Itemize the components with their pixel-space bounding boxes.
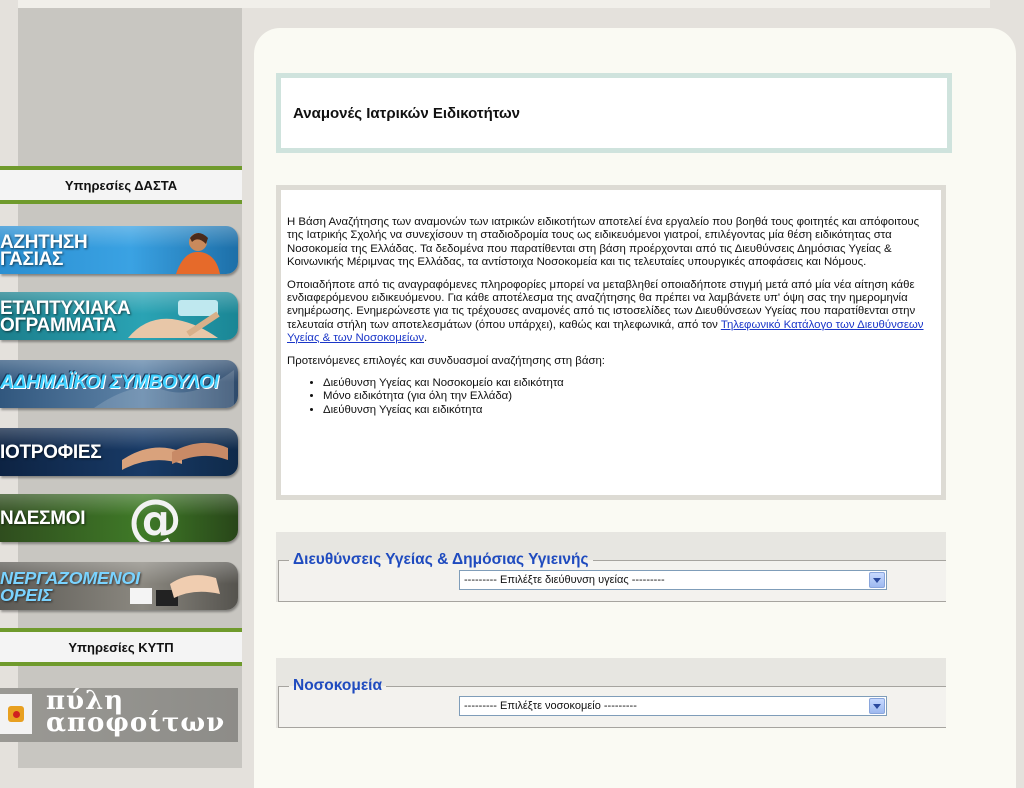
- health-directorate-filter: Διευθύνσεις Υγείας & Δημόσιας Υγιεινής -…: [276, 532, 946, 602]
- postgraduate-icon: [128, 300, 220, 338]
- advisors-icon: [94, 370, 234, 408]
- hospital-select[interactable]: --------- Επιλέξτε νοσοκομείο ---------: [459, 696, 887, 716]
- list-item: Μόνο ειδικότητα (για όλη την Ελλάδα): [323, 390, 935, 403]
- hospitals-legend: Νοσοκομεία: [293, 677, 383, 694]
- portal-label: πύλη αποφοίτων: [46, 688, 226, 738]
- info-box: Η Βάση Αναζήτησης των αναμονών των ιατρι…: [276, 185, 946, 500]
- svg-text:@: @: [128, 494, 182, 542]
- banner-links[interactable]: ΝΔΕΣΜΟΙ @: [0, 494, 238, 542]
- graduates-portal-link[interactable]: πύλη αποφοίτων: [0, 688, 238, 742]
- banner-job-search[interactable]: ΑΖΗΤΗΣΗ ΓΑΣΙΑΣ: [0, 226, 238, 274]
- options-heading: Προτεινόμενες επιλογές και συνδυασμοί αν…: [287, 354, 605, 367]
- banner-advisors[interactable]: ΑΔΗΜΑΪΚΟΙ ΣΥΜΒΟΥΛΟΙ: [0, 360, 238, 408]
- list-item: Διεύθυνση Υγείας και Νοσοκομείο και ειδι…: [323, 377, 935, 390]
- page-title-box: Αναμονές Ιατρικών Ειδικοτήτων: [276, 73, 952, 153]
- banner-partners[interactable]: ΝΕΡΓΑΖΟΜΕΝΟΙ ΟΡΕΙΣ: [0, 562, 238, 610]
- banner-label: ΕΤΑΠΤΥΧΙΑΚΑ ΟΓΡΑΜΜΑΤΑ: [0, 298, 131, 336]
- health-directorate-legend: Διευθύνσεις Υγείας & Δημόσιας Υγιεινής: [293, 551, 589, 568]
- banner-postgraduate[interactable]: ΕΤΑΠΤΥΧΙΑΚΑ ΟΓΡΑΜΜΑΤΑ: [0, 292, 238, 340]
- intro-paragraph-2: Οποιαδήποτε από τις αναγραφόμενες πληροφ…: [287, 279, 935, 346]
- university-crest-icon: [0, 694, 32, 734]
- job-search-icon: [176, 233, 220, 274]
- health-directorate-select[interactable]: --------- Επιλέξτε διεύθυνση υγείας ----…: [459, 570, 887, 590]
- list-item: Διεύθυνση Υγείας και ειδικότητα: [323, 404, 935, 417]
- at-sign-icon: @: [128, 494, 182, 542]
- partners-icon: [130, 575, 220, 606]
- sidebar-header-kytp: Υπηρεσίες ΚΥΤΠ: [0, 628, 242, 666]
- top-bar: [18, 0, 990, 8]
- scholarships-icon: [122, 442, 228, 470]
- intro-paragraph-1: Η Βάση Αναζήτησης των αναμονών των ιατρι…: [287, 216, 920, 269]
- banner-scholarships[interactable]: ΙΟΤΡΟΦΙΕΣ: [0, 428, 238, 476]
- hospitals-filter: Νοσοκομεία --------- Επιλέξτε νοσοκομείο…: [276, 658, 946, 728]
- banner-label: ΝΕΡΓΑΖΟΜΕΝΟΙ ΟΡΕΙΣ: [0, 568, 140, 605]
- banner-label: ΝΔΕΣΜΟΙ: [0, 508, 86, 529]
- sidebar-header-dasta: Υπηρεσίες ΔΑΣΤΑ: [0, 166, 242, 204]
- options-list: Διεύθυνση Υγείας και Νοσοκομείο και ειδι…: [287, 377, 935, 417]
- banner-label: ΑΖΗΤΗΣΗ ΓΑΣΙΑΣ: [0, 232, 88, 270]
- health-directorate-fieldset: Διευθύνσεις Υγείας & Δημόσιας Υγιεινής -…: [278, 551, 946, 602]
- hospitals-fieldset: Νοσοκομεία --------- Επιλέξτε νοσοκομείο…: [278, 677, 946, 728]
- intro-paragraph-2-end: .: [424, 332, 428, 345]
- page-title: Αναμονές Ιατρικών Ειδικοτήτων: [293, 104, 521, 122]
- banner-label: ΙΟΤΡΟΦΙΕΣ: [0, 442, 102, 463]
